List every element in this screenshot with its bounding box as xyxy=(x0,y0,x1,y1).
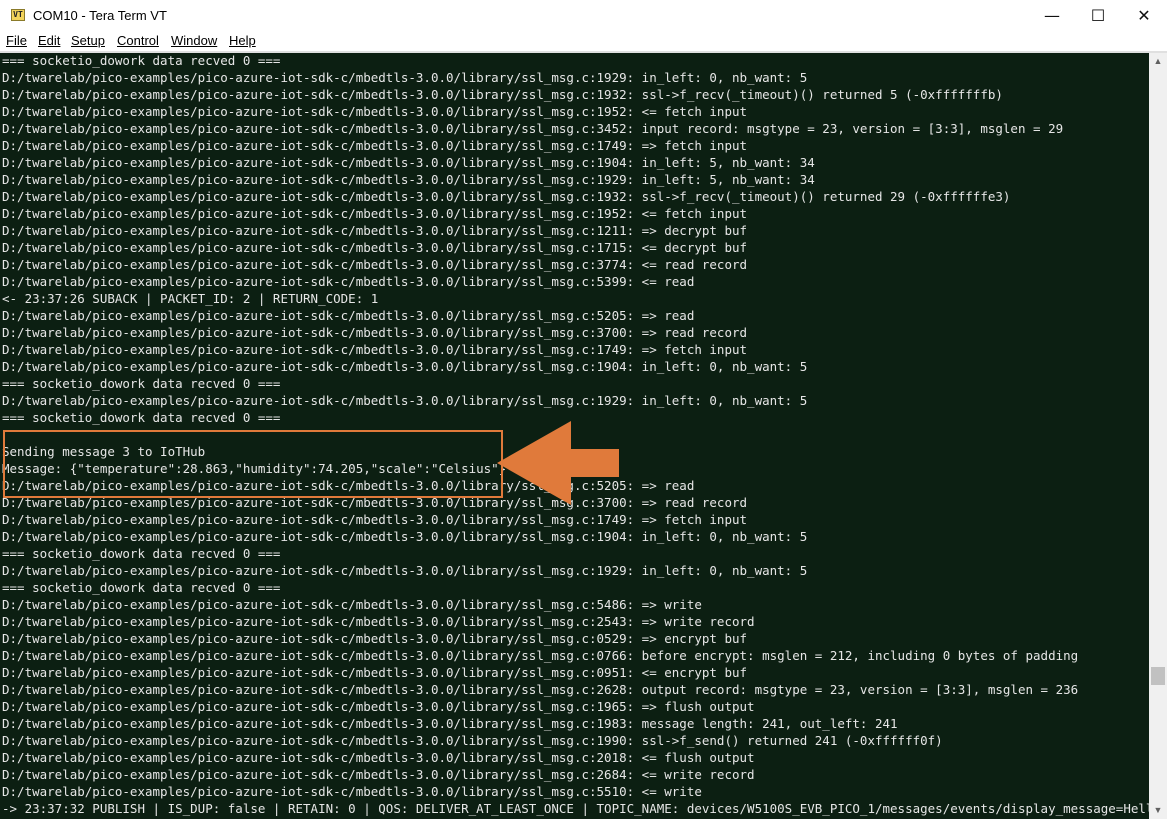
window-title: COM10 - Tera Term VT xyxy=(33,8,167,23)
terminal-line: D:/twarelab/pico-examples/pico-azure-iot… xyxy=(2,70,808,85)
terminal-line: D:/twarelab/pico-examples/pico-azure-iot… xyxy=(2,325,748,340)
terminal-line: === socketio_dowork data recved 0 === xyxy=(2,410,281,425)
terminal-line: D:/twarelab/pico-examples/pico-azure-iot… xyxy=(2,512,748,527)
terminal-line: D:/twarelab/pico-examples/pico-azure-iot… xyxy=(2,563,808,578)
terminal-line: D:/twarelab/pico-examples/pico-azure-iot… xyxy=(2,274,695,289)
menu-file[interactable]: File xyxy=(6,33,27,48)
scroll-down-icon[interactable]: ▼ xyxy=(1149,802,1167,819)
terminal-line: === socketio_dowork data recved 0 === xyxy=(2,546,281,561)
menu-edit-label: Edit xyxy=(38,33,61,48)
terminal-line: D:/twarelab/pico-examples/pico-azure-iot… xyxy=(2,257,748,272)
close-button[interactable]: ✕ xyxy=(1121,0,1167,31)
terminal-line: === socketio_dowork data recved 0 === xyxy=(2,53,281,68)
menu-window-label: Window xyxy=(171,33,218,48)
terminal-line: D:/twarelab/pico-examples/pico-azure-iot… xyxy=(2,682,1079,697)
menu-setup[interactable]: Setup xyxy=(71,33,105,48)
terminal-line: D:/twarelab/pico-examples/pico-azure-iot… xyxy=(2,138,748,153)
terminal-line: D:/twarelab/pico-examples/pico-azure-iot… xyxy=(2,767,755,782)
menu-bar: File Edit Setup Control Window Help xyxy=(0,31,1167,51)
menu-window[interactable]: Window xyxy=(171,33,217,48)
terminal-line: D:/twarelab/pico-examples/pico-azure-iot… xyxy=(2,308,695,323)
menu-edit[interactable]: Edit xyxy=(38,33,60,48)
menu-help[interactable]: Help xyxy=(229,33,256,48)
terminal-line: -> 23:37:32 PUBLISH | IS_DUP: false | RE… xyxy=(2,801,1149,816)
orange-arrow xyxy=(497,421,619,505)
terminal-line: D:/twarelab/pico-examples/pico-azure-iot… xyxy=(2,665,748,680)
terminal-line: <- 23:37:26 SUBACK | PACKET_ID: 2 | RETU… xyxy=(2,291,379,306)
terminal-line: D:/twarelab/pico-examples/pico-azure-iot… xyxy=(2,155,815,170)
terminal-line: D:/twarelab/pico-examples/pico-azure-iot… xyxy=(2,648,1079,663)
scroll-up-icon[interactable]: ▲ xyxy=(1149,53,1167,70)
terminal-line: D:/twarelab/pico-examples/pico-azure-iot… xyxy=(2,359,808,374)
terminal-line: D:/twarelab/pico-examples/pico-azure-iot… xyxy=(2,342,748,357)
terminal-line: D:/twarelab/pico-examples/pico-azure-iot… xyxy=(2,121,1064,136)
menu-setup-label: Setup xyxy=(71,33,105,48)
terminal-line: D:/twarelab/pico-examples/pico-azure-iot… xyxy=(2,699,755,714)
terminal-line: D:/twarelab/pico-examples/pico-azure-iot… xyxy=(2,614,755,629)
terminal-line: D:/twarelab/pico-examples/pico-azure-iot… xyxy=(2,223,748,238)
terminal-line: D:/twarelab/pico-examples/pico-azure-iot… xyxy=(2,750,755,765)
terminal-line: D:/twarelab/pico-examples/pico-azure-iot… xyxy=(2,87,1003,102)
menu-control[interactable]: Control xyxy=(117,33,159,48)
terminal-line: === socketio_dowork data recved 0 === xyxy=(2,376,281,391)
highlight-box xyxy=(3,430,503,498)
terminal-line: D:/twarelab/pico-examples/pico-azure-iot… xyxy=(2,733,943,748)
maximize-button[interactable]: ☐ xyxy=(1075,0,1121,31)
menu-help-label: Help xyxy=(229,33,256,48)
terminal-line: D:/twarelab/pico-examples/pico-azure-iot… xyxy=(2,631,748,646)
vertical-scrollbar[interactable]: ▲ ▼ xyxy=(1149,53,1167,819)
terminal-line: D:/twarelab/pico-examples/pico-azure-iot… xyxy=(2,240,748,255)
scroll-thumb[interactable] xyxy=(1151,667,1165,685)
terminal-line: D:/twarelab/pico-examples/pico-azure-iot… xyxy=(2,104,748,119)
terminal-line: D:/twarelab/pico-examples/pico-azure-iot… xyxy=(2,716,898,731)
minimize-button[interactable]: — xyxy=(1029,0,1075,31)
terminal-line: D:/twarelab/pico-examples/pico-azure-iot… xyxy=(2,597,702,612)
menu-file-label: File xyxy=(6,33,27,48)
tera-term-vt-icon[interactable]: VT xyxy=(11,9,25,21)
terminal-line: D:/twarelab/pico-examples/pico-azure-iot… xyxy=(2,206,748,221)
terminal-line: D:/twarelab/pico-examples/pico-azure-iot… xyxy=(2,529,808,544)
terminal-line: D:/twarelab/pico-examples/pico-azure-iot… xyxy=(2,172,815,187)
terminal-line: D:/twarelab/pico-examples/pico-azure-iot… xyxy=(2,784,702,799)
terminal-line: D:/twarelab/pico-examples/pico-azure-iot… xyxy=(2,189,1011,204)
title-bar[interactable]: VT COM10 - Tera Term VT — ☐ ✕ xyxy=(0,0,1167,31)
terminal-line: D:/twarelab/pico-examples/pico-azure-iot… xyxy=(2,393,808,408)
terminal-line: === socketio_dowork data recved 0 === xyxy=(2,580,281,595)
menu-control-label: Control xyxy=(117,33,159,48)
